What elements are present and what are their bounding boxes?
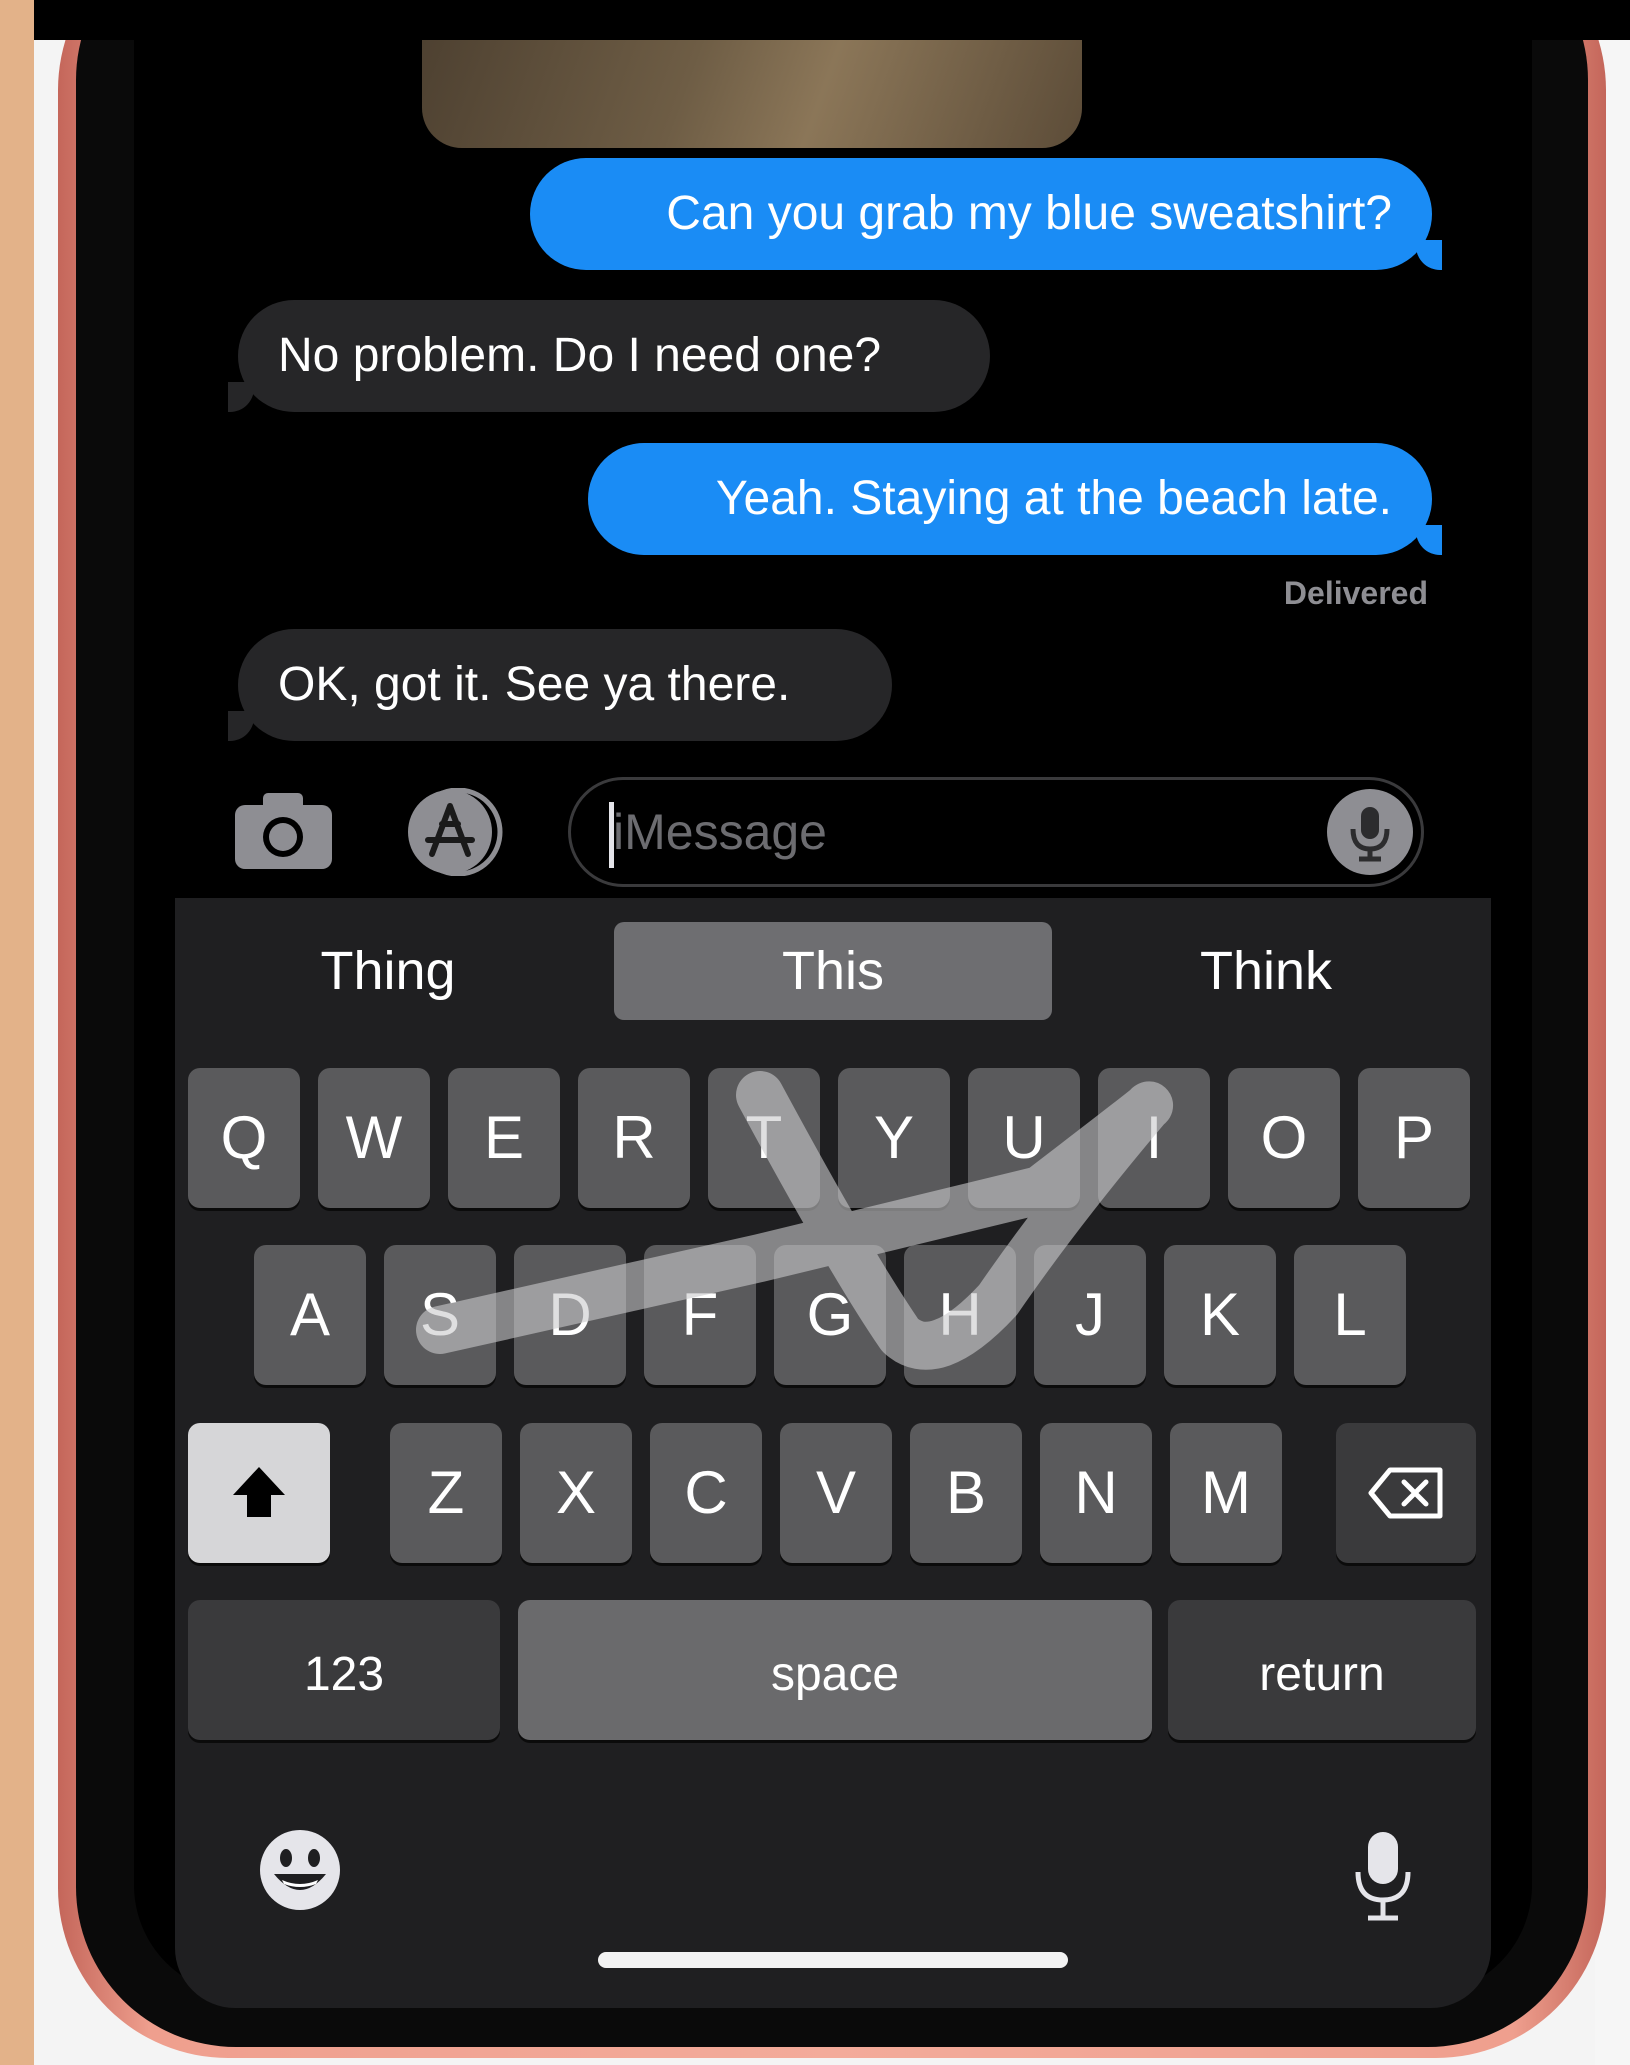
camera-icon <box>235 793 332 869</box>
background-left <box>0 0 34 2065</box>
key-o[interactable]: O <box>1228 1068 1340 1208</box>
message-input[interactable]: iMessage <box>568 777 1424 887</box>
background-top <box>34 0 1630 40</box>
emoji-button[interactable] <box>256 1826 344 1914</box>
key-b[interactable]: B <box>910 1423 1022 1563</box>
shift-key[interactable] <box>188 1423 330 1563</box>
key-c[interactable]: C <box>650 1423 762 1563</box>
camera-button[interactable] <box>235 793 332 869</box>
delivery-status: Delivered <box>1283 575 1428 611</box>
app-store-button[interactable] <box>398 787 514 877</box>
return-key[interactable]: return <box>1168 1600 1476 1740</box>
key-q[interactable]: Q <box>188 1068 300 1208</box>
message-bubble-incoming[interactable]: No problem. Do I need one? <box>238 300 990 412</box>
microphone-icon <box>1355 1832 1411 1921</box>
key-h[interactable]: H <box>904 1245 1016 1385</box>
key-f[interactable]: F <box>644 1245 756 1385</box>
audio-message-button[interactable] <box>1327 789 1413 875</box>
numbers-key[interactable]: 123 <box>188 1600 500 1740</box>
key-m[interactable]: M <box>1170 1423 1282 1563</box>
microphone-icon <box>1350 807 1390 862</box>
message-bubble-outgoing[interactable]: Yeah. Staying at the beach late. <box>588 443 1432 555</box>
suggestion-right[interactable]: Think <box>1110 922 1422 1020</box>
suggestion-center[interactable]: This <box>614 922 1052 1020</box>
home-indicator[interactable] <box>598 1952 1068 1968</box>
key-z[interactable]: Z <box>390 1423 502 1563</box>
message-bubble-outgoing[interactable]: Can you grab my blue sweatshirt? <box>530 158 1432 270</box>
key-e[interactable]: E <box>448 1068 560 1208</box>
delete-key[interactable] <box>1336 1423 1476 1563</box>
dictation-button[interactable] <box>1352 1828 1414 1924</box>
key-l[interactable]: L <box>1294 1245 1406 1385</box>
key-i[interactable]: I <box>1098 1068 1210 1208</box>
message-bubble-incoming[interactable]: OK, got it. See ya there. <box>238 629 892 741</box>
key-d[interactable]: D <box>514 1245 626 1385</box>
photo-attachment[interactable] <box>422 40 1082 148</box>
key-p[interactable]: P <box>1358 1068 1470 1208</box>
message-placeholder: iMessage <box>613 804 827 860</box>
key-t[interactable]: T <box>708 1068 820 1208</box>
numbers-key-label: 123 <box>303 1648 385 1701</box>
space-key-label: space <box>770 1648 900 1701</box>
key-a[interactable]: A <box>254 1245 366 1385</box>
key-s[interactable]: S <box>384 1245 496 1385</box>
key-k[interactable]: K <box>1164 1245 1276 1385</box>
key-g[interactable]: G <box>774 1245 886 1385</box>
suggestion-left[interactable]: Thing <box>232 922 544 1020</box>
return-key-label: return <box>1259 1648 1385 1701</box>
key-y[interactable]: Y <box>838 1068 950 1208</box>
app-store-icon <box>408 787 503 877</box>
delete-icon <box>1368 1467 1443 1519</box>
key-v[interactable]: V <box>780 1423 892 1563</box>
emoji-icon <box>260 1830 340 1910</box>
key-j[interactable]: J <box>1034 1245 1146 1385</box>
key-x[interactable]: X <box>520 1423 632 1563</box>
key-w[interactable]: W <box>318 1068 430 1208</box>
shift-icon <box>233 1467 285 1517</box>
key-u[interactable]: U <box>968 1068 1080 1208</box>
space-key[interactable]: space <box>518 1600 1152 1740</box>
key-r[interactable]: R <box>578 1068 690 1208</box>
key-n[interactable]: N <box>1040 1423 1152 1563</box>
